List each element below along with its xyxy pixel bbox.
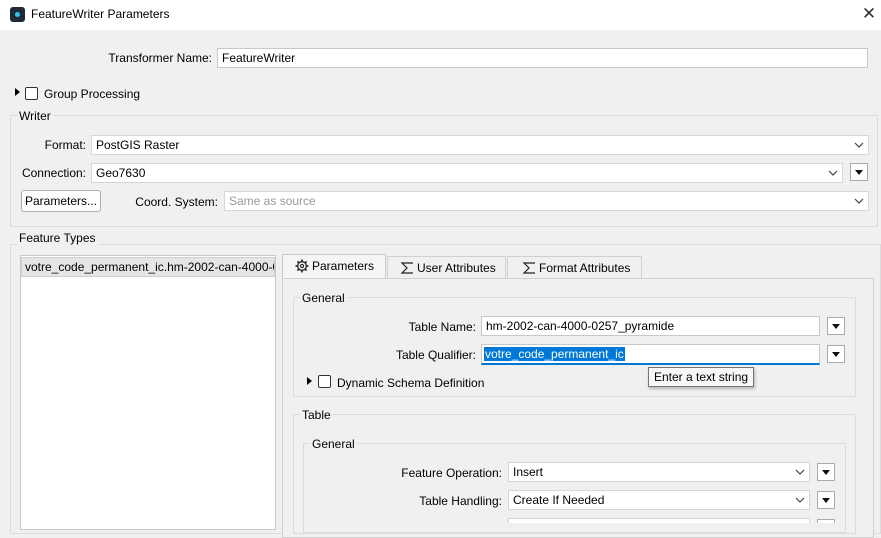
- table-group-title: Table: [300, 408, 333, 422]
- window-title: FeatureWriter Parameters: [31, 7, 170, 21]
- format-value: PostGIS Raster: [96, 138, 180, 152]
- group-processing-checkbox[interactable]: [25, 87, 38, 100]
- tab-parameters-label: Parameters: [312, 259, 375, 273]
- feature-type-item[interactable]: votre_code_permanent_ic.hm-2002-can-4000…: [21, 257, 275, 277]
- coord-system-select[interactable]: Same as source: [224, 191, 869, 211]
- feature-operation-menu-button[interactable]: [817, 463, 835, 481]
- coord-system-placeholder: Same as source: [229, 194, 316, 208]
- next-option-menu-button[interactable]: [817, 519, 835, 523]
- format-label: Format:: [44, 138, 86, 152]
- tooltip: Enter a text string: [648, 367, 755, 387]
- table-name-label: Table Name:: [408, 320, 476, 334]
- gear-icon: [295, 259, 309, 273]
- connection-menu-button[interactable]: [850, 163, 868, 181]
- table-qualifier-menu-button[interactable]: [827, 345, 845, 363]
- format-select[interactable]: PostGIS Raster: [91, 135, 869, 155]
- dynamic-schema-expander-icon[interactable]: [307, 377, 312, 385]
- chevron-down-icon: [852, 192, 866, 210]
- transformer-name-input[interactable]: FeatureWriter: [217, 48, 868, 68]
- writer-group-title: Writer: [17, 109, 53, 123]
- feature-types-list[interactable]: [20, 255, 276, 530]
- connection-label: Connection:: [21, 166, 86, 180]
- group-processing-label: Group Processing: [44, 87, 141, 101]
- tab-format-attributes[interactable]: Format Attributes: [507, 256, 642, 279]
- feature-operation-select[interactable]: Insert: [508, 462, 810, 482]
- table-name-input[interactable]: hm-2002-can-4000-0257_pyramide: [481, 316, 820, 336]
- tab-parameters[interactable]: Parameters: [282, 254, 386, 279]
- sigma-icon: [522, 262, 535, 274]
- table-name-menu-button[interactable]: [827, 317, 845, 335]
- parameters-button[interactable]: Parameters...: [21, 190, 101, 212]
- fme-app-icon: [10, 7, 25, 22]
- chevron-down-icon: [826, 164, 840, 182]
- table-qualifier-selection: votre_code_permanent_ic: [484, 347, 625, 361]
- group-processing-expander-icon[interactable]: [15, 88, 20, 96]
- transformer-name-label: Transformer Name:: [108, 51, 212, 65]
- sigma-icon: [400, 262, 413, 274]
- connection-select[interactable]: Geo7630: [91, 163, 843, 183]
- tab-format-attributes-label: Format Attributes: [539, 261, 631, 275]
- chevron-down-icon: [852, 136, 866, 154]
- coord-system-label: Coord. System:: [135, 195, 218, 209]
- feature-operation-value: Insert: [513, 465, 544, 479]
- table-qualifier-label: Table Qualifier:: [395, 348, 476, 362]
- chevron-down-icon: [793, 463, 807, 481]
- table-handling-value: Create If Needed: [513, 493, 605, 507]
- table-handling-select[interactable]: Create If Needed: [508, 490, 810, 510]
- table-handling-menu-button[interactable]: [817, 491, 835, 509]
- tab-user-attributes-label: User Attributes: [417, 261, 496, 275]
- table-qualifier-input[interactable]: votre_code_permanent_ic: [481, 344, 820, 365]
- table-handling-label: Table Handling:: [419, 494, 502, 508]
- next-option-select[interactable]: [508, 518, 810, 523]
- close-button[interactable]: ✕: [858, 4, 880, 24]
- dynamic-schema-label: Dynamic Schema Definition: [337, 376, 485, 390]
- chevron-down-icon: [793, 491, 807, 509]
- connection-value: Geo7630: [96, 166, 146, 180]
- feature-types-title: Feature Types: [17, 231, 98, 245]
- feature-operation-label: Feature Operation:: [401, 466, 502, 480]
- tab-user-attributes[interactable]: User Attributes: [387, 256, 506, 279]
- general-group-title: General: [300, 291, 347, 305]
- dynamic-schema-checkbox[interactable]: [318, 375, 331, 388]
- table-general-title: General: [310, 437, 357, 451]
